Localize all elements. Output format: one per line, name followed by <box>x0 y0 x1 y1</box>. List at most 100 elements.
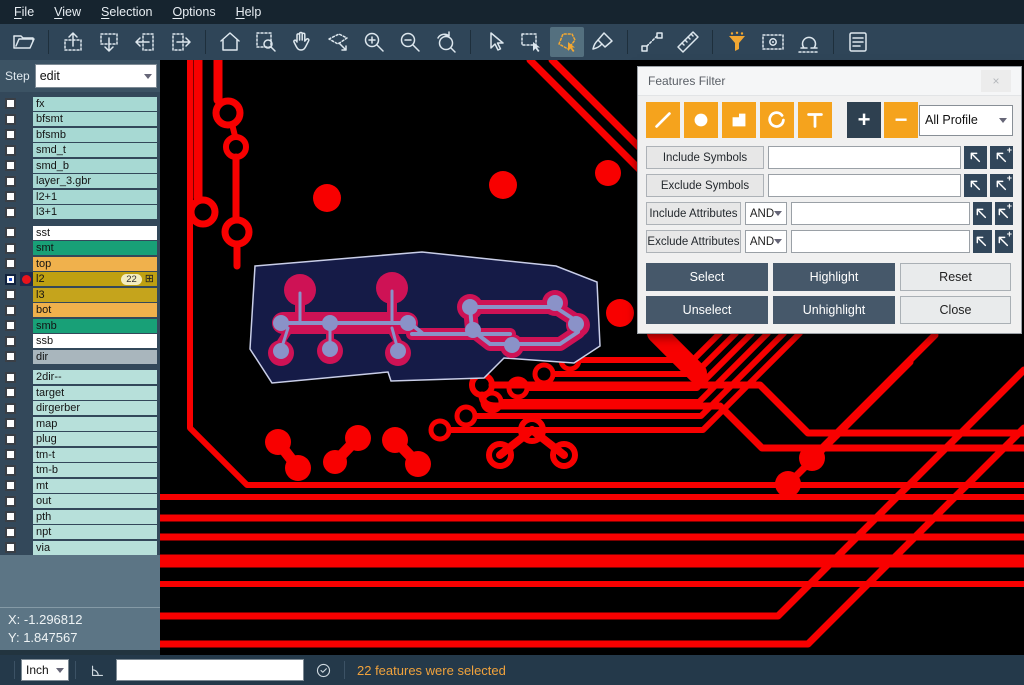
layer-visibility-checkbox[interactable] <box>5 207 16 218</box>
dialog-titlebar[interactable]: Features Filter × <box>638 67 1021 96</box>
layer-active-indicator[interactable] <box>20 205 33 219</box>
layer-item-plug[interactable]: plug <box>33 432 157 446</box>
layer-item-mt[interactable]: mt <box>33 479 157 493</box>
layer-active-indicator[interactable] <box>20 334 33 348</box>
sync-check-icon[interactable] <box>312 659 334 681</box>
layer-item-smb[interactable]: smb <box>33 319 157 333</box>
layer-visibility-checkbox[interactable] <box>5 449 16 460</box>
layer-item-map[interactable]: map <box>33 417 157 431</box>
layer-item-pth[interactable]: pth <box>33 510 157 524</box>
grid-icon[interactable]: ⊞ <box>145 274 154 285</box>
layer-item-fx[interactable]: fx <box>33 97 157 111</box>
pick-from-screen-icon[interactable] <box>964 146 987 169</box>
layer-active-indicator[interactable] <box>20 417 33 431</box>
layer-item-l2[interactable]: l222⊞ <box>33 272 157 286</box>
pick-add-from-screen-icon[interactable]: + <box>990 146 1013 169</box>
layer-active-indicator[interactable] <box>20 350 33 364</box>
ruler-icon[interactable] <box>671 27 705 57</box>
layer-item-ssb[interactable]: ssb <box>33 334 157 348</box>
layer-visibility-checkbox[interactable] <box>5 114 16 125</box>
layer-active-indicator[interactable] <box>20 479 33 493</box>
layer-visibility-checkbox[interactable] <box>5 129 16 140</box>
feature-type-text-icon[interactable] <box>798 102 832 138</box>
filter-label-button[interactable]: Include Attributes <box>646 202 741 225</box>
menu-file[interactable]: File <box>4 2 44 22</box>
pan-hand-icon[interactable] <box>285 27 319 57</box>
layer-active-indicator[interactable] <box>20 112 33 126</box>
pan-down-icon[interactable] <box>92 27 126 57</box>
unselect-button[interactable]: Unselect <box>646 296 768 324</box>
layer-item-tm-b[interactable]: tm-b <box>33 463 157 477</box>
filter-icon[interactable] <box>720 27 754 57</box>
step-select[interactable]: edit <box>35 64 157 88</box>
layer-visibility-checkbox[interactable] <box>5 351 16 362</box>
layer-item-tm-t[interactable]: tm-t <box>33 448 157 462</box>
pick-from-screen-icon[interactable] <box>973 230 991 253</box>
layer-item-dirgerber[interactable]: dirgerber <box>33 401 157 415</box>
layer-visibility-checkbox[interactable] <box>5 176 16 187</box>
layer-active-indicator[interactable] <box>20 226 33 240</box>
layer-active-indicator[interactable] <box>20 432 33 446</box>
filter-label-button[interactable]: Include Symbols <box>646 146 764 169</box>
feature-type-arc-icon[interactable] <box>760 102 794 138</box>
filter-value-input[interactable] <box>768 146 961 169</box>
pan-up-icon[interactable] <box>56 27 90 57</box>
layer-active-indicator[interactable] <box>20 463 33 477</box>
layer-item-layer_3.gbr[interactable]: layer_3.gbr <box>33 174 157 188</box>
reset-button[interactable]: Reset <box>900 263 1011 291</box>
open-file-icon[interactable] <box>7 27 41 57</box>
layer-visibility-checkbox[interactable] <box>5 320 16 331</box>
layer-item-smd_t[interactable]: smd_t <box>33 143 157 157</box>
menu-options[interactable]: Options <box>162 2 225 22</box>
unhighlight-button[interactable]: Unhighlight <box>773 296 895 324</box>
layer-active-indicator[interactable] <box>20 448 33 462</box>
layer-active-indicator[interactable] <box>20 401 33 415</box>
layer-visibility-checkbox[interactable] <box>5 511 16 522</box>
snap-icon[interactable] <box>792 27 826 57</box>
layer-visibility-checkbox[interactable] <box>5 465 16 476</box>
polygon-select-icon[interactable] <box>550 27 584 57</box>
remove-filter-button[interactable]: − <box>884 102 918 138</box>
pick-add-from-screen-icon[interactable]: + <box>995 230 1013 253</box>
layer-item-bfsmb[interactable]: bfsmb <box>33 128 157 142</box>
layer-active-indicator[interactable] <box>20 241 33 255</box>
unit-select[interactable]: Inch <box>21 659 69 681</box>
layer-visibility-checkbox[interactable] <box>5 527 16 538</box>
pick-add-from-screen-icon[interactable]: + <box>990 174 1013 197</box>
layer-visibility-checkbox[interactable] <box>5 496 16 507</box>
layer-active-indicator[interactable] <box>20 494 33 508</box>
layer-item-top[interactable]: top <box>33 257 157 271</box>
filter-label-button[interactable]: Exclude Symbols <box>646 174 764 197</box>
filter-value-input[interactable] <box>791 202 970 225</box>
select-arrow-icon[interactable] <box>478 27 512 57</box>
layer-active-indicator[interactable] <box>20 541 33 555</box>
layer-active-indicator[interactable] <box>20 525 33 539</box>
zoom-selection-icon[interactable] <box>321 27 355 57</box>
pick-from-screen-icon[interactable] <box>964 174 987 197</box>
layer-visibility-checkbox[interactable] <box>5 98 16 109</box>
layer-item-l3+1[interactable]: l3+1 <box>33 205 157 219</box>
home-icon[interactable] <box>213 27 247 57</box>
filter-value-input[interactable] <box>791 230 970 253</box>
layer-active-indicator[interactable] <box>20 319 33 333</box>
layer-visibility-checkbox[interactable] <box>5 403 16 414</box>
select-button[interactable]: Select <box>646 263 768 291</box>
close-button[interactable]: Close <box>900 296 1011 324</box>
layer-visibility-checkbox[interactable] <box>5 305 16 316</box>
layer-item-smt[interactable]: smt <box>33 241 157 255</box>
layer-visibility-checkbox[interactable] <box>5 289 16 300</box>
layer-visibility-checkbox[interactable] <box>5 243 16 254</box>
zoom-area-icon[interactable] <box>249 27 283 57</box>
layer-active-indicator[interactable] <box>20 190 33 204</box>
notes-icon[interactable] <box>841 27 875 57</box>
add-filter-button[interactable]: + <box>847 102 881 138</box>
pan-left-icon[interactable] <box>128 27 162 57</box>
zoom-out-icon[interactable] <box>393 27 427 57</box>
layer-active-indicator[interactable] <box>20 143 33 157</box>
layer-visibility-checkbox[interactable] <box>5 191 16 202</box>
layer-item-l2+1[interactable]: l2+1 <box>33 190 157 204</box>
layer-item-bot[interactable]: bot <box>33 303 157 317</box>
layer-item-via[interactable]: via <box>33 541 157 555</box>
layer-active-indicator[interactable] <box>20 128 33 142</box>
pick-add-from-screen-icon[interactable]: + <box>995 202 1013 225</box>
